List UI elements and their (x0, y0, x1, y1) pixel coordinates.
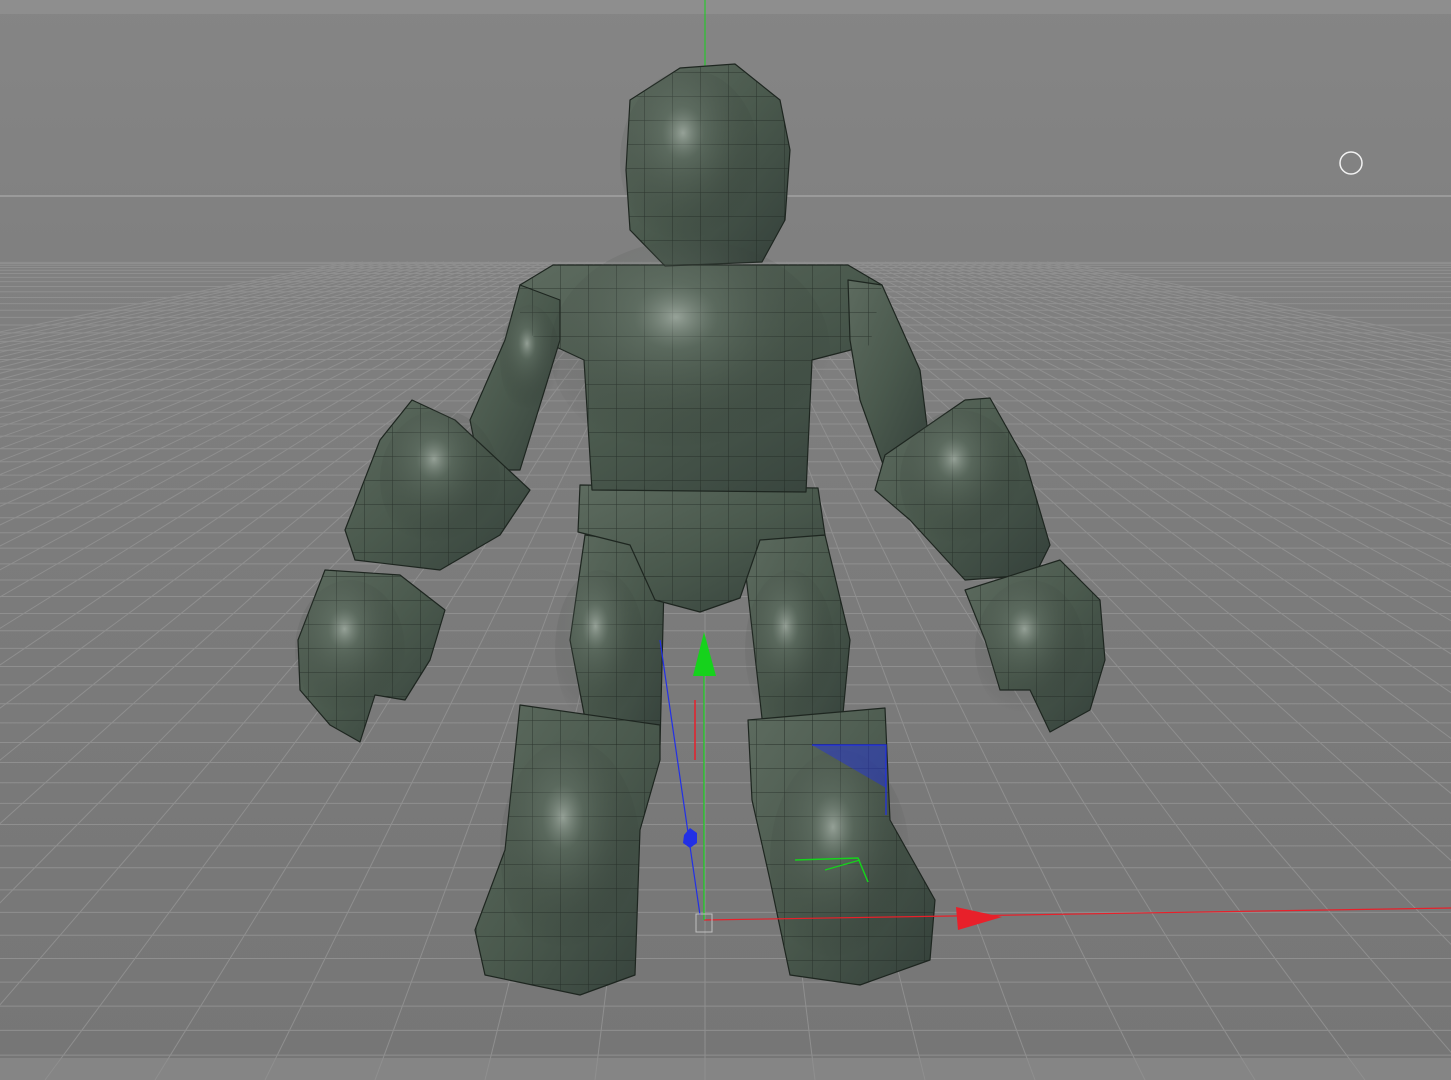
grid-line (866, 261, 1451, 526)
scene-canvas[interactable] (0, 0, 1451, 1080)
viewport[interactable] (0, 0, 1451, 1080)
orbit-circle-icon[interactable] (1339, 151, 1363, 175)
grid-line (1064, 261, 1451, 341)
grid-line (0, 261, 544, 507)
grid-line (848, 261, 1451, 568)
grid-line (1046, 261, 1451, 349)
grid-line (0, 261, 535, 491)
grid-line (0, 261, 553, 526)
grid-line (0, 261, 562, 547)
grid-line (875, 261, 1451, 508)
gizmo-z-axis-line[interactable] (659, 639, 701, 916)
gizmo-z-handle-icon[interactable] (683, 828, 697, 848)
gizmo-x-arrow-icon[interactable] (956, 907, 1002, 930)
robot-mesh[interactable] (295, 63, 1106, 996)
gizmo-y-arrow-icon[interactable] (693, 632, 716, 676)
